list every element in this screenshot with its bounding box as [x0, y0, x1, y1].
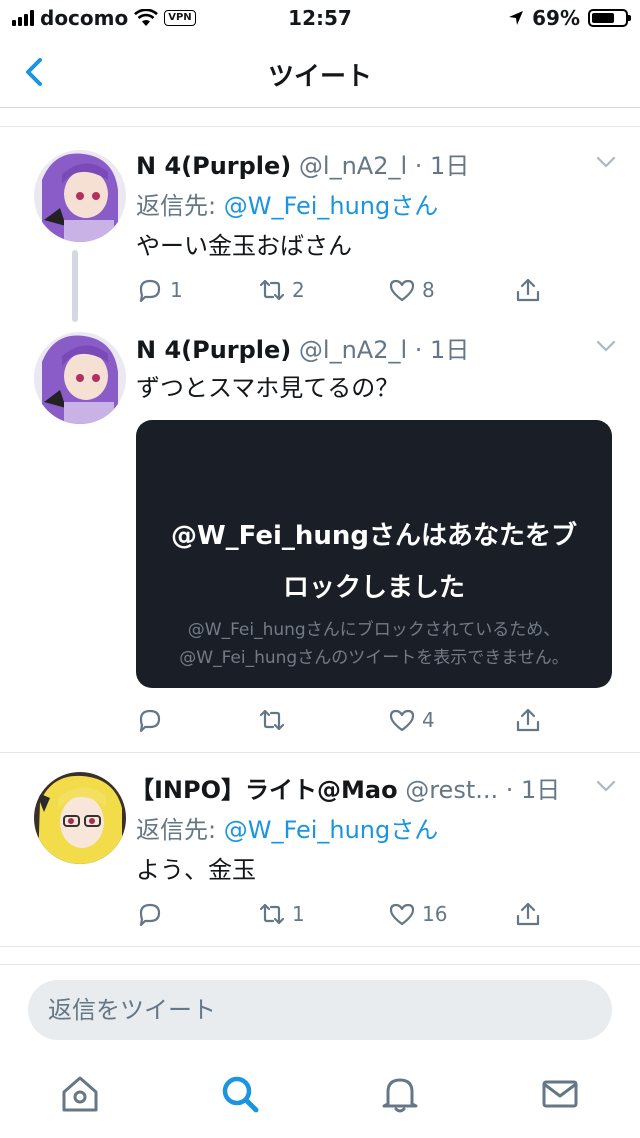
chevron-down-icon[interactable]	[594, 150, 618, 174]
home-icon[interactable]	[58, 1072, 102, 1116]
like-count: 4	[422, 708, 435, 732]
tweet-actions: 1 16	[136, 900, 556, 934]
avatar[interactable]	[34, 150, 126, 242]
status-bar: docomo VPN 12:57 69%	[0, 0, 640, 36]
display-name[interactable]: 【INPO】ライト@Mao	[130, 776, 398, 804]
reply-button[interactable]: 1	[136, 276, 183, 304]
heart-icon	[389, 279, 415, 302]
share-icon	[516, 708, 540, 732]
mention-link[interactable]: @W_Fei_hungさん	[224, 816, 439, 844]
divider	[0, 946, 640, 947]
reply-label: 返信先:	[136, 192, 224, 220]
battery-fill	[592, 13, 615, 23]
handle[interactable]: @l_nA2_l	[299, 152, 407, 180]
retweet-icon	[259, 709, 285, 731]
like-button[interactable]: 4	[388, 706, 435, 734]
timestamp: · 1日	[414, 336, 470, 364]
like-button[interactable]: 8	[388, 276, 435, 304]
retweet-button[interactable]: 2	[258, 276, 305, 304]
share-icon	[516, 278, 540, 302]
tweet-header: N 4(Purple) @l_nA2_l · 1日	[136, 330, 469, 365]
divider	[0, 126, 640, 127]
mail-icon[interactable]	[538, 1072, 582, 1116]
reply-icon	[139, 903, 161, 927]
reply-button[interactable]	[136, 706, 170, 734]
reply-count: 1	[170, 278, 183, 302]
tweet-header: N 4(Purple) @l_nA2_l · 1日	[136, 146, 469, 181]
tweet-text: やーい金玉おばさん	[136, 232, 352, 260]
handle[interactable]: @rest...	[405, 776, 498, 804]
divider	[0, 752, 640, 753]
like-count: 8	[422, 278, 435, 302]
page-title: ツイート	[267, 62, 372, 92]
retweet-icon	[259, 279, 285, 301]
share-button[interactable]	[514, 276, 542, 304]
bell-icon[interactable]	[378, 1072, 422, 1116]
like-button[interactable]: 16	[388, 900, 447, 928]
heart-icon	[389, 709, 415, 732]
blocked-notice-card: @W_Fei_hungさんはあなたをブロックしました @W_Fei_hungさん…	[136, 420, 612, 688]
avatar[interactable]	[34, 332, 126, 424]
reply-button[interactable]	[136, 900, 170, 928]
blocked-title: @W_Fei_hungさんはあなたをブロックしました	[170, 521, 578, 603]
retweet-icon	[259, 903, 285, 925]
tab-bar	[0, 1062, 640, 1138]
reply-icon	[139, 709, 161, 733]
display-name[interactable]: N 4(Purple)	[136, 336, 291, 364]
reply-label: 返信先:	[136, 816, 224, 844]
heart-icon	[389, 903, 415, 926]
tweet-actions: 1 2 8	[136, 276, 556, 310]
status-right: 69%	[508, 6, 631, 30]
display-name[interactable]: N 4(Purple)	[136, 152, 291, 180]
handle[interactable]: @l_nA2_l	[299, 336, 407, 364]
reply-icon	[139, 279, 161, 303]
retweet-button[interactable]: 1	[258, 900, 305, 928]
like-count: 16	[422, 902, 448, 926]
location-arrow-icon	[509, 11, 524, 25]
timestamp: · 1日	[414, 152, 470, 180]
timestamp: · 1日	[505, 776, 561, 804]
chevron-down-icon[interactable]	[594, 334, 618, 358]
chevron-down-icon[interactable]	[594, 774, 618, 798]
thread-line	[72, 250, 78, 322]
nav-bar: ツイート	[0, 36, 640, 108]
avatar[interactable]	[34, 772, 126, 864]
share-button[interactable]	[514, 706, 542, 734]
mention-link[interactable]: @W_Fei_hungさん	[224, 192, 439, 220]
battery-percent: 69%	[532, 6, 580, 30]
retweet-count: 1	[292, 902, 305, 926]
tweet-text: ずつとスマホ見てるの？	[136, 374, 400, 402]
share-icon	[516, 902, 540, 926]
battery-icon	[588, 9, 631, 27]
tweet-text: よう、金玉	[136, 856, 256, 884]
search-icon[interactable]	[218, 1072, 262, 1116]
tweet-header: 【INPO】ライト@Mao @rest... · 1日	[130, 770, 560, 805]
blocked-body: @W_Fei_hungさんにブロックされているため、@W_Fei_hungさんの…	[179, 620, 569, 668]
share-button[interactable]	[514, 900, 542, 928]
reply-input[interactable]: 返信をツイート	[28, 980, 612, 1040]
retweet-count: 2	[292, 278, 305, 302]
retweet-button[interactable]	[258, 706, 292, 734]
tweet-actions: 4	[136, 706, 556, 740]
reply-to: 返信先: @W_Fei_hungさん	[136, 810, 438, 845]
reply-to: 返信先: @W_Fei_hungさん	[136, 186, 438, 221]
divider	[0, 964, 640, 965]
